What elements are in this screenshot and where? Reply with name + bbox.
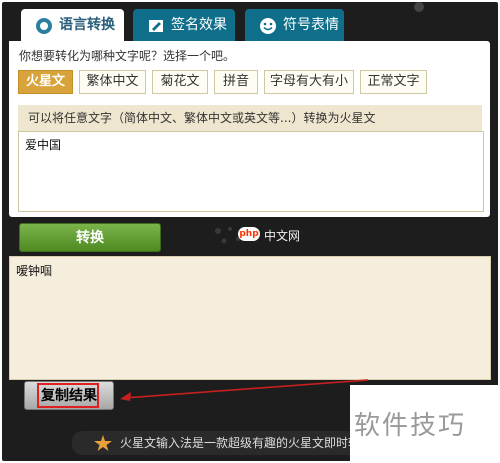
annotation-arrow-icon: [120, 379, 369, 401]
language-icon: [36, 18, 52, 34]
site-logo: php 中文网: [215, 227, 308, 249]
type-option-normal[interactable]: 正常文字: [360, 70, 427, 94]
pencil-icon: [149, 20, 163, 32]
tab-label: 签名效果: [171, 17, 227, 33]
tab-signature-effect[interactable]: 签名效果: [133, 9, 235, 42]
star-icon: [94, 435, 112, 451]
tab-label: 语言转换: [59, 17, 115, 33]
question-text: 你想要转化为哪种文字呢？选择一个吧。: [19, 49, 236, 63]
footer-banner: 火星文输入法是一款超级有趣的火星文即时转换: [72, 431, 372, 455]
source-text-input[interactable]: 爱中国: [18, 131, 484, 212]
smile-icon: [260, 18, 276, 34]
converter-panel: 你想要转化为哪种文字呢？选择一个吧。 火星文 繁体中文 菊花文 拼音 字母有大有…: [9, 41, 490, 217]
scroll-indicator: [414, 2, 424, 12]
type-option-chrysanthemum[interactable]: 菊花文: [152, 70, 208, 94]
logo-badge: php: [238, 227, 260, 241]
convert-hint: 可以将任意文字（简体中文、繁体中文或英文等...）转换为火星文: [18, 105, 482, 131]
footer-text: 火星文输入法是一款超级有趣的火星文即时转换: [120, 436, 372, 450]
tab-label: 符号表情: [283, 17, 339, 33]
tab-language-convert[interactable]: 语言转换: [21, 9, 124, 42]
highlight-outline: [37, 383, 99, 408]
result-output[interactable]: 嗳钟啯: [9, 256, 491, 380]
watermark: 软件技巧: [350, 385, 500, 463]
type-option-martian[interactable]: 火星文: [18, 70, 73, 94]
watermark-text: 软件技巧: [354, 411, 467, 441]
convert-button[interactable]: 转换: [19, 223, 161, 252]
type-option-pinyin[interactable]: 拼音: [214, 70, 258, 94]
type-option-traditional[interactable]: 繁体中文: [79, 70, 146, 94]
screenshot-frame: 语言转换 签名效果 符号表情 你想要转化为哪种文字呢？选择一个吧。 火星文 繁体…: [0, 0, 500, 463]
tab-symbol-emoticon[interactable]: 符号表情: [245, 9, 344, 42]
logo-site-text: 中文网: [264, 229, 301, 243]
type-option-mixed-case[interactable]: 字母有大有小: [264, 70, 354, 94]
